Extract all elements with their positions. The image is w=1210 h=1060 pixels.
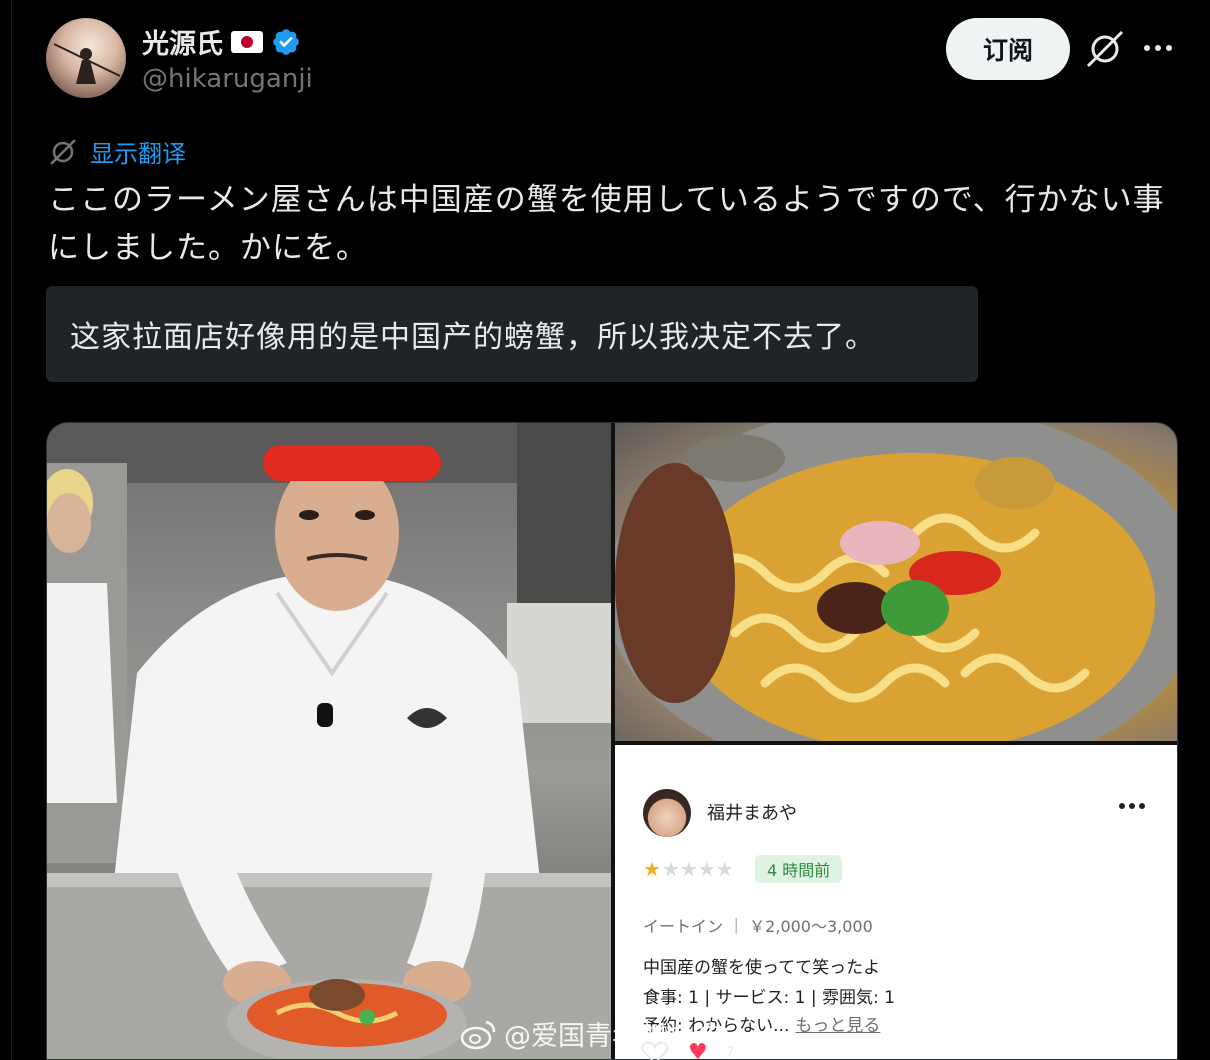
review-comment: 中国産の蟹を使ってて笑ったよ (643, 958, 881, 978)
review-more-link: もっと見る (795, 1016, 881, 1036)
avatar-figure-icon (53, 43, 121, 84)
author-avatar[interactable] (46, 18, 126, 98)
chef-photo[interactable] (47, 423, 611, 1059)
chef-illustration (47, 423, 611, 1059)
translation-text: 这家拉面店好像用的是中国产的螃蟹，所以我决定不去了。 (70, 320, 876, 355)
reviewer-avatar (643, 789, 691, 837)
japan-flag-icon (231, 30, 263, 53)
translate-row[interactable]: 显示翻译 (48, 134, 186, 169)
show-translation-link[interactable]: 显示翻译 (90, 134, 186, 169)
author-display-name[interactable]: 光源氏 (142, 22, 223, 61)
media-grid: 福井まあや ★ ★★★★ 4 時間前 イートイン ｜ ￥2,000～3,000 … (46, 422, 1178, 1060)
weibo-logo-icon (460, 1020, 496, 1049)
more-options-icon[interactable] (1144, 36, 1176, 60)
heart-outline-icon[interactable] (640, 1041, 670, 1060)
like-count: 7 (725, 1044, 735, 1060)
author-handle[interactable]: @hikaruganji (142, 64, 313, 94)
author-name-row: 光源氏 (142, 22, 301, 61)
grok-icon[interactable] (1084, 28, 1126, 70)
reviewer-name: 福井まあや (707, 803, 797, 824)
review-card[interactable]: 福井まあや ★ ★★★★ 4 時間前 イートイン ｜ ￥2,000～3,000 … (615, 745, 1177, 1059)
translate-grok-icon (50, 138, 76, 165)
heart-filled-icon: ♥ (688, 1040, 708, 1060)
star-empty-icon: ★★★★ (661, 857, 734, 881)
window-edge (0, 0, 12, 1060)
subscribe-button[interactable]: 订阅 (946, 18, 1070, 80)
ramen-photo[interactable] (615, 423, 1177, 741)
tweet-text: ここのラーメン屋さんは中国産の蟹を使用しているようですので、行かない事にしました… (48, 182, 1165, 266)
watermark-right-text: ЛІШІЛІЛ (1080, 1018, 1167, 1043)
ramen-illustration (615, 423, 1177, 741)
translation-box: 这家拉面店好像用的是中国产的螃蟹，所以我决定不去了。 (46, 286, 978, 382)
review-time-badge: 4 時間前 (755, 855, 843, 883)
review-meta: イートイン ｜ ￥2,000～3,000 (643, 917, 873, 936)
action-bar: ♥ 7 (640, 1040, 735, 1060)
review-scores: 食事: 1 | サービス: 1 | 雰囲気: 1 (643, 988, 895, 1008)
star-filled-icon: ★ (643, 857, 661, 881)
verified-badge-icon (273, 28, 299, 55)
review-more-icon (1119, 803, 1147, 813)
review-star-rating: ★ ★★★★ (643, 857, 734, 881)
